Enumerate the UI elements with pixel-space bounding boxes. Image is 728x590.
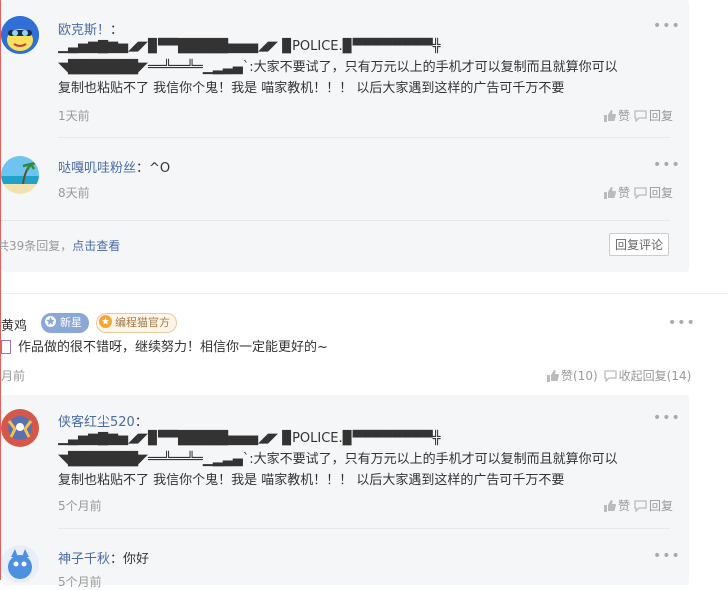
like-button[interactable]: 赞 <box>603 107 630 124</box>
comment-icon <box>634 187 647 200</box>
official-badge-icon <box>99 315 112 328</box>
like-button[interactable]: 赞(10) <box>546 367 598 384</box>
view-more-link[interactable]: 点击查看 <box>72 239 120 253</box>
avatar[interactable] <box>1 16 39 54</box>
thumbs-up-icon <box>604 110 616 122</box>
reply-time: 5个月前 <box>58 499 102 513</box>
more-options-icon[interactable]: ••• <box>653 18 681 34</box>
name-separator: ： <box>110 552 124 567</box>
comment-actions: 赞(10) 收起回复(14) <box>536 367 691 384</box>
official-badge: 编程猫官方 <box>96 313 177 333</box>
more-options-icon[interactable]: ••• <box>668 315 696 331</box>
comment-time: 5个月前 <box>1 369 25 383</box>
comment-author[interactable]: 黄鸡 <box>1 315 27 334</box>
reply-author[interactable]: 神子千秋：你好 <box>58 548 149 567</box>
more-options-icon[interactable]: ••• <box>653 157 681 173</box>
avatar[interactable] <box>1 409 39 447</box>
comment-marker <box>1 340 11 354</box>
divider <box>1 220 670 221</box>
comment-text: 作品做的很不错呀，继续努力！相信你一定能更好的~ <box>18 340 328 355</box>
reply-text: 你好 <box>123 552 150 567</box>
star-badge-icon <box>44 315 57 328</box>
reply-text: ▁▃▅▆▇▆▅◢◤▉▀▀█████▅▅▅◢◤ ▉POLICE.▉▀▀▀▀▀▀▀▀… <box>58 431 618 488</box>
reply-time: 1天前 <box>58 109 90 123</box>
reply-button[interactable]: 回复 <box>634 497 673 514</box>
reply-text: ▁▃▅▆▇▆▅◢◤▉▀▀█████▅▅▅◢◤ ▉POLICE.▉▀▀▀▀▀▀▀▀… <box>58 39 618 96</box>
reply-actions: 赞回复 <box>593 497 673 514</box>
collapse-replies-button[interactable]: 收起回复(14) <box>603 367 691 384</box>
thumbs-up-icon <box>604 187 616 199</box>
reply-actions: 赞回复 <box>593 184 673 201</box>
avatar[interactable] <box>1 156 39 194</box>
comment-icon <box>603 370 617 383</box>
reply-time: 5个月前 <box>58 575 102 589</box>
thumbs-up-icon <box>604 500 616 512</box>
divider <box>58 528 670 529</box>
divider <box>58 137 670 138</box>
like-button[interactable]: 赞 <box>603 184 630 201</box>
comment-icon <box>634 110 647 123</box>
comment-divider <box>1 293 728 294</box>
reply-comment-button[interactable]: 回复评论 <box>609 233 670 256</box>
reply-time: 8天前 <box>58 186 90 200</box>
comment-icon <box>634 500 647 513</box>
thumbs-up-icon <box>547 370 559 382</box>
reply-button[interactable]: 回复 <box>634 107 673 124</box>
reply-button[interactable]: 回复 <box>634 184 673 201</box>
more-replies: 共39条回复，点击查看 <box>0 239 121 253</box>
reply-author[interactable]: 哒嘎叽哇粉丝：^O <box>58 157 170 176</box>
like-button[interactable]: 赞 <box>603 497 630 514</box>
more-options-icon[interactable]: ••• <box>653 410 681 426</box>
avatar[interactable] <box>1 545 39 583</box>
more-options-icon[interactable]: ••• <box>653 548 681 564</box>
reply-actions: 赞回复 <box>593 107 673 124</box>
reply-text: ^O <box>149 161 171 176</box>
new-star-badge: 新星 <box>41 313 89 333</box>
name-separator: ： <box>136 161 150 176</box>
